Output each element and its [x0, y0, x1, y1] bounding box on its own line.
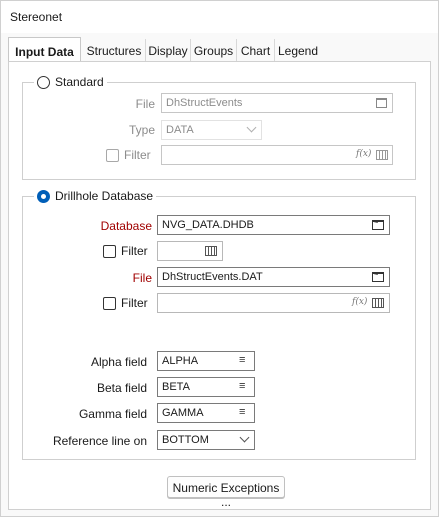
standard-filter-checkbox[interactable] [106, 149, 119, 162]
drillhole-filter1-field[interactable] [157, 241, 223, 261]
database-field[interactable]: NVG_DATA.DHDB [157, 215, 390, 235]
gamma-field-label: Gamma field [78, 407, 147, 421]
numeric-exceptions-button[interactable]: Numeric Exceptions ... [167, 476, 285, 509]
drillhole-filter2-label: Filter [121, 296, 148, 310]
drillhole-file-field[interactable]: DhStructEvents.DAT [157, 267, 390, 287]
drillhole-radio-label: Drillhole Database [55, 189, 154, 203]
drillhole-file-value: DhStructEvents.DAT [162, 271, 263, 283]
standard-file-field[interactable]: DhStructEvents [161, 93, 393, 113]
alpha-field-value: ALPHA [162, 355, 199, 367]
browse-icon[interactable] [372, 268, 384, 282]
tab-input-data[interactable]: Input Data [8, 37, 81, 61]
grid-icon[interactable] [376, 150, 388, 160]
tab-display[interactable]: Display [146, 39, 191, 61]
tab-structures[interactable]: Structures [83, 39, 146, 61]
title-bar: Stereonet [1, 1, 438, 33]
beta-field-select[interactable]: BETA ≡ [157, 377, 255, 397]
function-icon[interactable]: f(x) [356, 149, 371, 161]
drillhole-filter1-label: Filter [121, 244, 148, 258]
input-data-panel: Standard File DhStructEvents Type DATA F… [8, 61, 431, 510]
drillhole-radio[interactable] [37, 189, 50, 203]
standard-radio-label: Standard [55, 75, 104, 89]
beta-field-label: Beta field [96, 381, 147, 395]
standard-radio[interactable] [37, 75, 50, 89]
beta-field-value: BETA [162, 381, 190, 393]
chevron-down-icon [239, 432, 250, 443]
standard-type-label: Type [128, 123, 155, 137]
database-value: NVG_DATA.DHDB [162, 219, 254, 231]
reference-line-value: BOTTOM [162, 434, 209, 446]
tab-groups[interactable]: Groups [191, 39, 237, 61]
stereonet-dialog: Stereonet Input Data Structures Display … [0, 0, 439, 517]
list-icon[interactable]: ≡ [239, 381, 245, 392]
window-title: Stereonet [10, 10, 63, 24]
gamma-field-value: GAMMA [162, 407, 204, 419]
alpha-field-label: Alpha field [90, 355, 147, 369]
drillhole-file-label: File [132, 271, 152, 285]
gamma-field-select[interactable]: GAMMA ≡ [157, 403, 255, 423]
drillhole-filter1-checkbox[interactable] [103, 245, 116, 258]
standard-filter-field[interactable]: f(x) [161, 145, 393, 165]
grid-icon[interactable] [205, 246, 217, 256]
standard-type-select[interactable]: DATA [161, 120, 262, 140]
chevron-down-icon [246, 122, 257, 133]
function-icon[interactable]: f(x) [352, 297, 367, 309]
reference-line-select[interactable]: BOTTOM [157, 430, 255, 450]
drillhole-filter2-field[interactable]: f(x) [157, 293, 390, 313]
tab-chart[interactable]: Chart [237, 39, 275, 61]
standard-radio-row[interactable]: Standard [34, 74, 107, 90]
drillhole-radio-row[interactable]: Drillhole Database [34, 188, 157, 204]
standard-filter-label: Filter [124, 148, 151, 162]
tab-legend[interactable]: Legend [275, 39, 321, 61]
browse-icon[interactable] [372, 216, 384, 230]
list-icon[interactable]: ≡ [239, 407, 245, 418]
grid-icon[interactable] [372, 298, 384, 308]
calendar-icon[interactable] [376, 98, 387, 108]
standard-type-value: DATA [166, 124, 194, 136]
standard-file-value: DhStructEvents [166, 97, 243, 109]
drillhole-filter2-checkbox[interactable] [103, 297, 116, 310]
standard-file-label: File [135, 97, 155, 111]
list-icon[interactable]: ≡ [239, 355, 245, 366]
reference-line-label: Reference line on [52, 434, 147, 448]
database-label: Database [100, 219, 152, 233]
alpha-field-select[interactable]: ALPHA ≡ [157, 351, 255, 371]
